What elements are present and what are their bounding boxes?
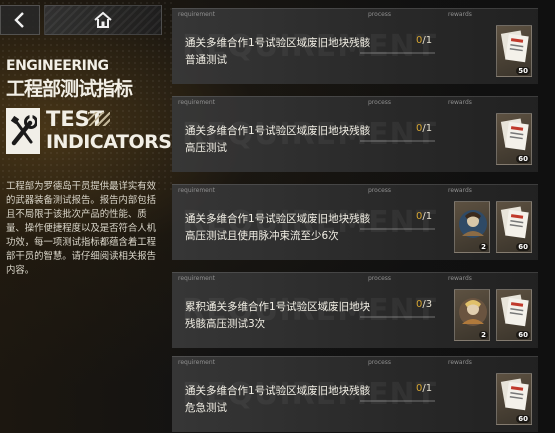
task-progress: 0/1: [416, 383, 432, 394]
panel-title-cn: 工程部测试指标: [6, 78, 133, 100]
task-progress: 0/1: [416, 35, 432, 46]
process-label: process: [368, 99, 392, 106]
progress-bar: [360, 228, 435, 230]
process-label: process: [368, 275, 392, 282]
rewards-label: rewards: [448, 359, 472, 366]
process-label: process: [368, 187, 392, 194]
reward-count: 60: [516, 243, 530, 251]
decorative-hatch: [88, 112, 110, 126]
progress-total: /1: [422, 211, 433, 222]
rewards-label: rewards: [448, 99, 472, 106]
task-text: 通关多维合作1号试验区域废旧地块残骸普通测试: [185, 37, 371, 66]
requirement-label: requirement: [178, 359, 216, 366]
task-card: requirement process rewards REQUIREMENT …: [172, 96, 538, 172]
card-header: requirement process rewards: [172, 357, 538, 369]
task-card: requirement process rewards REQUIREMENT …: [172, 272, 538, 348]
task-text: 通关多维合作1号试验区域废旧地块残骸危急测试: [185, 385, 371, 414]
requirement-label: requirement: [178, 11, 216, 18]
task-text: 通关多维合作1号试验区域废旧地块残骸高压测试且使用脉冲束流至少6次: [185, 213, 371, 242]
rewards-label: rewards: [448, 11, 472, 18]
task-progress: 0/1: [416, 211, 432, 222]
home-icon: [94, 11, 112, 28]
requirement-label: requirement: [178, 187, 216, 194]
process-label: process: [368, 359, 392, 366]
reward-count: 60: [516, 155, 530, 163]
card-header: requirement process rewards: [172, 97, 538, 109]
progress-bar: [360, 52, 435, 54]
reward-item[interactable]: 50: [496, 25, 532, 77]
reward-count: 2: [479, 243, 488, 251]
progress-bar: [360, 316, 435, 318]
requirement-label: requirement: [178, 275, 216, 282]
progress-bar: [360, 140, 435, 142]
panel-title-en: ENGINEERING: [6, 58, 109, 74]
card-header: requirement process rewards: [172, 9, 538, 21]
badge-title-indicators: INDICATORS: [46, 131, 172, 153]
test-indicators-badge: [6, 108, 40, 154]
task-text: 通关多维合作1号试验区域废旧地块残骸高压测试: [185, 125, 371, 154]
reward-item[interactable]: 2: [454, 201, 490, 253]
reward-item[interactable]: 60: [496, 373, 532, 425]
progress-total: /1: [422, 383, 433, 394]
task-progress: 0/3: [416, 299, 432, 310]
reward-count: 60: [516, 415, 530, 423]
task-card: requirement process rewards REQUIREMENT …: [172, 184, 538, 260]
card-header: requirement process rewards: [172, 185, 538, 197]
reward-count: 50: [516, 67, 530, 75]
task-card: requirement process rewards REQUIREMENT …: [172, 8, 538, 84]
rewards-label: rewards: [448, 275, 472, 282]
card-header: requirement process rewards: [172, 273, 538, 285]
reward-count: 2: [479, 331, 488, 339]
task-progress: 0/1: [416, 123, 432, 134]
wrench-screwdriver-icon: [10, 115, 37, 146]
reward-item[interactable]: 60: [496, 113, 532, 165]
reward-item[interactable]: 2: [454, 289, 490, 341]
chevron-left-icon: [14, 12, 24, 28]
home-button[interactable]: [44, 5, 162, 35]
rewards-label: rewards: [448, 187, 472, 194]
progress-bar: [360, 400, 435, 402]
progress-total: /1: [422, 35, 433, 46]
reward-item[interactable]: 60: [496, 201, 532, 253]
back-button[interactable]: [0, 5, 40, 35]
requirement-label: requirement: [178, 99, 216, 106]
reward-item[interactable]: 60: [496, 289, 532, 341]
reward-count: 60: [516, 331, 530, 339]
task-card: requirement process rewards REQUIREMENT …: [172, 356, 538, 432]
panel-description: 工程部为罗德岛干员提供最详实有效的武器装备测试报告。报告内部包括且不局限于该批次…: [6, 181, 157, 276]
progress-total: /3: [422, 299, 433, 310]
task-text: 累积通关多维合作1号试验区域废旧地块残骸高压测试3次: [185, 301, 371, 330]
top-bar: [0, 0, 175, 40]
process-label: process: [368, 11, 392, 18]
progress-total: /1: [422, 123, 433, 134]
